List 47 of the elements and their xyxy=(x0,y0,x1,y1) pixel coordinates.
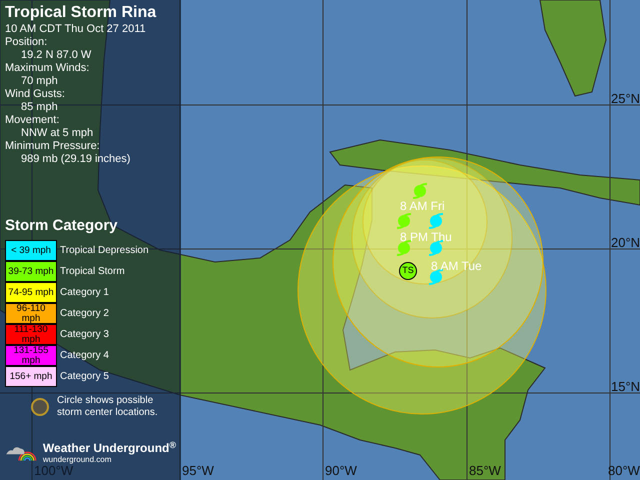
advisory-time: 10 AM CDT Thu Oct 27 2011 xyxy=(5,23,147,36)
category-swatch: 131-155 mph xyxy=(5,345,57,366)
latitude-label: 20°N xyxy=(611,234,640,252)
longitude-label: 95°W xyxy=(182,462,214,480)
current-storm-icon: TS xyxy=(399,262,417,280)
longitude-label: 90°W xyxy=(325,462,357,480)
longitude-label: 85°W xyxy=(469,462,501,480)
category-name: Category 3 xyxy=(60,328,109,342)
category-name: Category 5 xyxy=(60,370,109,384)
storm-icon xyxy=(428,213,444,229)
field-label: Movement: xyxy=(5,114,60,127)
circle-note: Circle shows possible storm center locations. xyxy=(57,395,159,419)
logo-url: wunderground.com xyxy=(42,455,112,464)
category-swatch: 96-110 mph xyxy=(5,303,57,324)
logo-name: Weather Underground$^{®}$ xyxy=(42,442,176,455)
storm-icon xyxy=(428,240,444,256)
longitude-label: 100°W xyxy=(34,463,74,480)
storm-title: Tropical Storm Rina xyxy=(5,3,158,23)
category-name: Tropical Storm xyxy=(60,265,125,279)
field-value: 989 mb (29.19 inches) xyxy=(20,153,132,166)
forecast-time-label: 8 PM Thu xyxy=(400,231,452,243)
category-name: Tropical Depression xyxy=(60,244,149,258)
field-value: NNW at 5 mph xyxy=(20,127,94,140)
latitude-label: 25°N xyxy=(611,90,640,108)
storm-icon xyxy=(428,269,444,285)
field-value: 19.2 N 87.0 W xyxy=(20,49,92,62)
field-label: Minimum Pressure: xyxy=(5,140,101,153)
category-swatch: 74-95 mph xyxy=(5,282,57,303)
storm-icon xyxy=(412,183,428,199)
field-label: Wind Gusts: xyxy=(5,88,66,101)
forecast-time-label: 8 AM Tue xyxy=(431,260,482,272)
forecast-time-label: 8 AM Fri xyxy=(400,200,445,212)
field-label: Maximum Winds: xyxy=(5,62,90,75)
latitude-label: 15°N xyxy=(611,378,640,396)
category-swatch: 156+ mph xyxy=(5,366,57,387)
field-value: 85 mph xyxy=(20,101,59,114)
legend-title: Storm Category xyxy=(5,216,119,236)
category-swatch: < 39 mph xyxy=(5,240,57,261)
category-name: Category 2 xyxy=(60,307,109,321)
category-name: Category 4 xyxy=(60,349,109,363)
field-label: Position: xyxy=(5,36,48,49)
storm-icon xyxy=(396,240,412,256)
category-swatch: 39-73 mph xyxy=(5,261,57,282)
category-swatch: 111-130 mph xyxy=(5,324,57,345)
storm-icon xyxy=(396,213,412,229)
category-name: Category 1 xyxy=(60,286,109,300)
field-value: 70 mph xyxy=(20,75,59,88)
